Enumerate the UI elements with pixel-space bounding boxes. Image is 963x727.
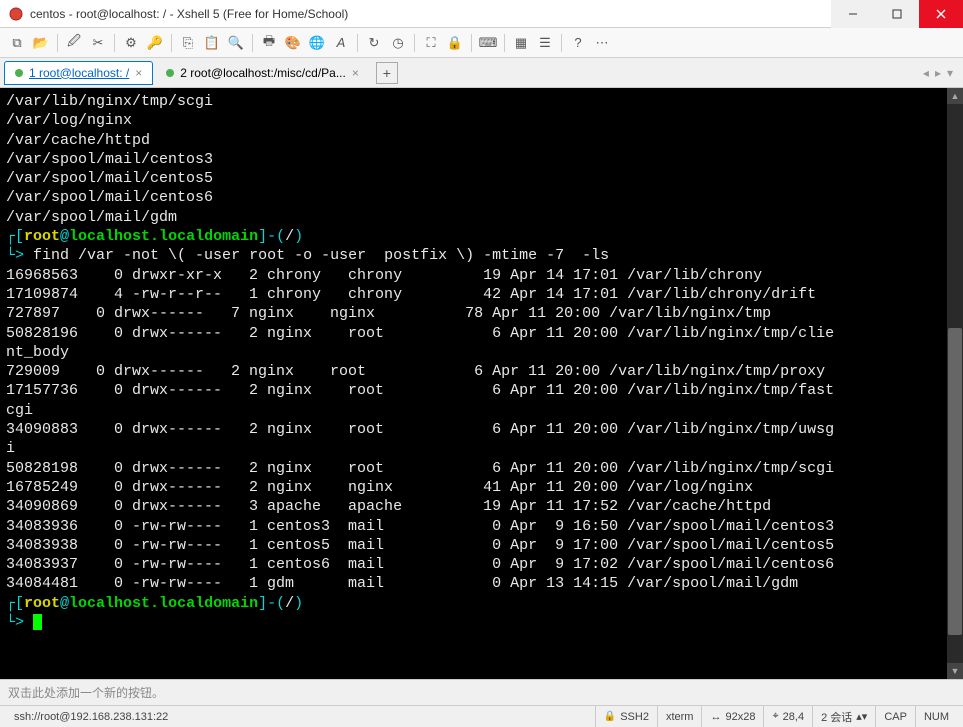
- status-sessions: 2 会话 ▴▾: [812, 706, 875, 727]
- toolbar-separator: [414, 34, 415, 52]
- lock-icon: 🔒: [604, 711, 616, 722]
- font-button[interactable]: A: [330, 32, 352, 54]
- status-dot-icon: [15, 69, 23, 77]
- clock-button[interactable]: ◷: [387, 32, 409, 54]
- quick-button-area[interactable]: 双击此处添加一个新的按钮。: [0, 679, 963, 705]
- status-size-text: 92x28: [725, 711, 755, 723]
- status-position: ⌖ 28,4: [763, 706, 812, 727]
- status-num-text: NUM: [924, 711, 949, 723]
- refresh-button[interactable]: ↻: [363, 32, 385, 54]
- tab-next-icon[interactable]: ▸: [935, 66, 941, 80]
- keyboard-button[interactable]: ⌨: [477, 32, 499, 54]
- help-button[interactable]: ?: [567, 32, 589, 54]
- terminal[interactable]: /var/lib/nginx/tmp/scgi /var/log/nginx /…: [0, 88, 947, 679]
- disconnect-button[interactable]: ✂: [87, 32, 109, 54]
- tab-label: 2 root@localhost:/misc/cd/Pa...: [180, 66, 346, 80]
- key-button[interactable]: 🔑: [144, 32, 166, 54]
- scrollbar-thumb[interactable]: [948, 328, 962, 635]
- close-tab-icon[interactable]: ×: [352, 66, 359, 80]
- copy-button[interactable]: ⎘: [177, 32, 199, 54]
- scroll-down-icon[interactable]: ▼: [947, 663, 963, 679]
- close-button[interactable]: [919, 0, 963, 28]
- window-titlebar: centos - root@localhost: / - Xshell 5 (F…: [0, 0, 963, 28]
- print-button[interactable]: 🖶: [258, 32, 280, 54]
- dropdown-icon[interactable]: ▴▾: [856, 710, 867, 723]
- toolbar-separator: [252, 34, 253, 52]
- window-title: centos - root@localhost: / - Xshell 5 (F…: [30, 7, 831, 21]
- app-icon: [8, 6, 24, 22]
- size-icon: ↔: [710, 711, 721, 723]
- paste-button[interactable]: 📋: [201, 32, 223, 54]
- status-connection: ssh://root@192.168.238.131:22: [6, 706, 595, 727]
- tab-label: 1 root@localhost: /: [29, 66, 129, 80]
- tab-prev-icon[interactable]: ◂: [923, 66, 929, 80]
- about-button[interactable]: ⋯: [591, 32, 613, 54]
- new-session-button[interactable]: ⧉: [6, 32, 28, 54]
- find-button[interactable]: 🔍: [225, 32, 247, 54]
- toolbar-separator: [561, 34, 562, 52]
- status-sess-text: 2 会话: [821, 709, 852, 725]
- status-term: xterm: [657, 706, 702, 727]
- toolbar-separator: [114, 34, 115, 52]
- lock-button[interactable]: 🔒: [444, 32, 466, 54]
- scroll-up-icon[interactable]: ▲: [947, 88, 963, 104]
- open-button[interactable]: 📂: [30, 32, 52, 54]
- session-tab-active[interactable]: 1 root@localhost: / ×: [4, 61, 153, 85]
- status-bar: ssh://root@192.168.238.131:22 🔒 SSH2 xte…: [0, 705, 963, 727]
- button-area-hint: 双击此处添加一个新的按钮。: [8, 684, 164, 701]
- toolbar-separator: [504, 34, 505, 52]
- properties-button[interactable]: ⚙: [120, 32, 142, 54]
- cursor-pos-icon: ⌖: [772, 710, 778, 723]
- status-numlock: NUM: [915, 706, 957, 727]
- status-dot-icon: [166, 69, 174, 77]
- status-size: ↔ 92x28: [701, 706, 763, 727]
- scrollbar-track[interactable]: [947, 104, 963, 663]
- reconnect-button[interactable]: 🖉: [63, 32, 85, 54]
- maximize-button[interactable]: [875, 0, 919, 28]
- add-tab-button[interactable]: +: [376, 62, 398, 84]
- tab-nav: ◂ ▸ ▾: [923, 66, 959, 80]
- tab-menu-icon[interactable]: ▾: [947, 66, 953, 80]
- terminal-scrollbar[interactable]: ▲ ▼: [947, 88, 963, 679]
- globe-button[interactable]: 🌐: [306, 32, 328, 54]
- minimize-button[interactable]: [831, 0, 875, 28]
- view-button[interactable]: ☰: [534, 32, 556, 54]
- status-pos-text: 28,4: [783, 711, 804, 723]
- status-capslock: CAP: [875, 706, 915, 727]
- main-toolbar: ⧉ 📂 🖉 ✂ ⚙ 🔑 ⎘ 📋 🔍 🖶 🎨 🌐 A ↻ ◷ ⛶ 🔒 ⌨ ▦ ☰ …: [0, 28, 963, 58]
- close-tab-icon[interactable]: ×: [135, 66, 142, 80]
- status-ssh-text: SSH2: [620, 711, 649, 723]
- status-ssh: 🔒 SSH2: [595, 706, 657, 727]
- color-button[interactable]: 🎨: [282, 32, 304, 54]
- session-tab-bar: 1 root@localhost: / × 2 root@localhost:/…: [0, 58, 963, 88]
- window-controls: [831, 0, 963, 28]
- terminal-container: /var/lib/nginx/tmp/scgi /var/log/nginx /…: [0, 88, 963, 679]
- status-caps-text: CAP: [884, 711, 907, 723]
- layout-button[interactable]: ▦: [510, 32, 532, 54]
- fullscreen-button[interactable]: ⛶: [420, 32, 442, 54]
- status-term-text: xterm: [666, 711, 694, 723]
- toolbar-separator: [357, 34, 358, 52]
- toolbar-separator: [471, 34, 472, 52]
- status-conn-text: ssh://root@192.168.238.131:22: [14, 711, 168, 723]
- toolbar-separator: [57, 34, 58, 52]
- session-tab[interactable]: 2 root@localhost:/misc/cd/Pa... ×: [155, 61, 370, 85]
- toolbar-separator: [171, 34, 172, 52]
